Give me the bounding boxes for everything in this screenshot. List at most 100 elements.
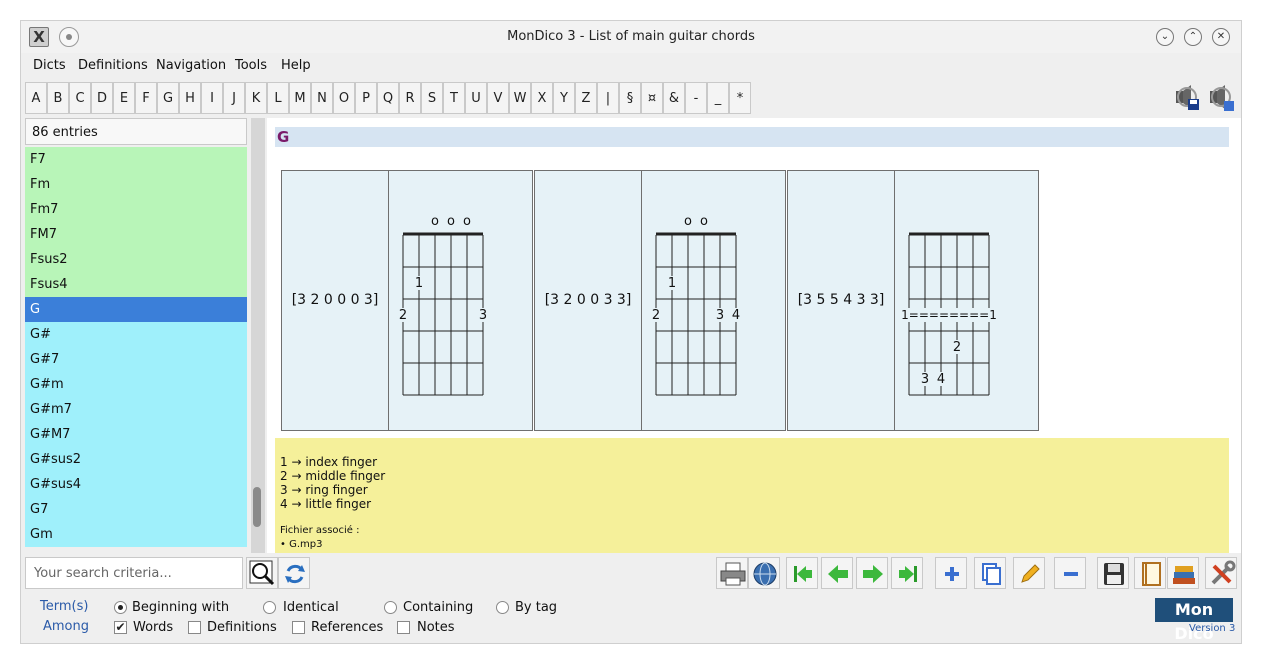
finger-mark: 1	[668, 276, 676, 291]
close-button[interactable]: ✕	[1212, 28, 1230, 46]
radio-beginning-with[interactable]	[114, 601, 127, 614]
letter-button[interactable]: U	[465, 82, 487, 114]
check-notes[interactable]	[397, 621, 410, 634]
letter-button[interactable]: X	[531, 82, 553, 114]
list-item[interactable]: Fsus4	[25, 272, 247, 297]
check-references-label[interactable]: References	[311, 619, 383, 637]
letter-button[interactable]: J	[223, 82, 245, 114]
list-item[interactable]: G#7	[25, 347, 247, 372]
list-item[interactable]: G#	[25, 322, 247, 347]
save-button[interactable]	[1097, 557, 1129, 589]
last-entry-button[interactable]	[891, 557, 923, 589]
list-item[interactable]: Fm7	[25, 197, 247, 222]
scrollbar-thumb[interactable]	[253, 487, 261, 527]
list-item-selected[interactable]: G	[25, 297, 247, 322]
check-references[interactable]	[292, 621, 305, 634]
letter-button[interactable]: E	[113, 82, 135, 114]
menu-navigation[interactable]: Navigation	[156, 53, 226, 79]
letter-button[interactable]: Z	[575, 82, 597, 114]
list-item[interactable]: G#m7	[25, 397, 247, 422]
minimize-button[interactable]: ⌄	[1156, 28, 1174, 46]
settings-button[interactable]	[1205, 557, 1237, 589]
check-notes-label[interactable]: Notes	[417, 619, 455, 637]
letter-button[interactable]: M	[289, 82, 311, 114]
edit-entry-button[interactable]	[1013, 557, 1045, 589]
delete-entry-button[interactable]	[1054, 557, 1086, 589]
letter-button[interactable]: P	[355, 82, 377, 114]
check-definitions-label[interactable]: Definitions	[207, 619, 277, 637]
finger-mark: 4	[732, 308, 740, 323]
letter-button[interactable]: A	[25, 82, 47, 114]
radio-beginning-with-label[interactable]: Beginning with	[132, 599, 229, 617]
check-words-label[interactable]: Words	[133, 619, 173, 637]
list-item[interactable]: G#M7	[25, 422, 247, 447]
add-entry-button[interactable]	[935, 557, 967, 589]
letter-button[interactable]: I	[201, 82, 223, 114]
radio-containing-label[interactable]: Containing	[403, 599, 473, 617]
letter-button[interactable]: L	[267, 82, 289, 114]
letter-button[interactable]: T	[443, 82, 465, 114]
list-item[interactable]: G7	[25, 497, 247, 522]
list-item[interactable]: Fm	[25, 172, 247, 197]
print-button[interactable]	[716, 557, 748, 589]
maximize-button[interactable]: ⌃	[1184, 28, 1202, 46]
search-button[interactable]	[246, 557, 278, 589]
plus-icon	[945, 567, 959, 581]
letter-button[interactable]: |	[597, 82, 619, 114]
letter-button[interactable]: G	[157, 82, 179, 114]
list-item[interactable]: G#m	[25, 372, 247, 397]
web-button[interactable]	[748, 557, 780, 589]
radio-containing[interactable]	[384, 601, 397, 614]
radio-identical-label[interactable]: Identical	[283, 599, 339, 617]
save-audio-button[interactable]	[1171, 82, 1203, 114]
previous-entry-button[interactable]	[821, 557, 853, 589]
menu-help[interactable]: Help	[281, 53, 311, 79]
play-audio-button[interactable]	[1205, 82, 1237, 114]
list-item[interactable]: G#sus4	[25, 472, 247, 497]
letter-button[interactable]: C	[69, 82, 91, 114]
letter-button[interactable]: B	[47, 82, 69, 114]
next-entry-button[interactable]	[856, 557, 888, 589]
letter-button[interactable]: &	[663, 82, 685, 114]
letter-button[interactable]: W	[509, 82, 531, 114]
letter-button[interactable]: §	[619, 82, 641, 114]
radio-by-tag[interactable]	[496, 601, 509, 614]
letter-button[interactable]: Y	[553, 82, 575, 114]
dictionaries-button[interactable]	[1167, 557, 1199, 589]
letter-button[interactable]: R	[399, 82, 421, 114]
letter-button[interactable]: *	[729, 82, 751, 114]
list-item[interactable]: Gm	[25, 522, 247, 547]
radio-by-tag-label[interactable]: By tag	[515, 599, 557, 617]
list-item[interactable]: G#sus2	[25, 447, 247, 472]
list-item[interactable]: FM7	[25, 222, 247, 247]
headword-bar: G	[275, 127, 1229, 147]
list-item[interactable]: F7	[25, 147, 247, 172]
first-entry-button[interactable]	[786, 557, 818, 589]
letter-button[interactable]: S	[421, 82, 443, 114]
menu-tools[interactable]: Tools	[235, 53, 267, 79]
menu-definitions[interactable]: Definitions	[78, 53, 148, 79]
menu-dicts[interactable]: Dicts	[33, 53, 66, 79]
check-words[interactable]: ✔	[114, 621, 127, 634]
letter-button[interactable]: ¤	[641, 82, 663, 114]
search-input[interactable]	[25, 557, 243, 589]
refresh-button[interactable]	[278, 557, 310, 589]
letter-button[interactable]: -	[685, 82, 707, 114]
open-dict-button[interactable]	[1134, 557, 1166, 589]
open-string-mark: o	[700, 214, 708, 229]
letter-button[interactable]: K	[245, 82, 267, 114]
duplicate-entry-button[interactable]	[974, 557, 1006, 589]
letter-button[interactable]: V	[487, 82, 509, 114]
letter-button[interactable]: O	[333, 82, 355, 114]
letter-button[interactable]: F	[135, 82, 157, 114]
letter-button[interactable]: N	[311, 82, 333, 114]
letter-button[interactable]: Q	[377, 82, 399, 114]
radio-identical[interactable]	[263, 601, 276, 614]
letter-button[interactable]: D	[91, 82, 113, 114]
associated-file-link[interactable]: • G.mp3	[280, 538, 322, 552]
word-list[interactable]: F7 Fm Fm7 FM7 Fsus2 Fsus4 G G# G#7 G#m G#m7 G#M7 G#s…	[25, 147, 247, 553]
letter-button[interactable]: _	[707, 82, 729, 114]
letter-button[interactable]: H	[179, 82, 201, 114]
check-definitions[interactable]	[188, 621, 201, 634]
list-item[interactable]: Fsus2	[25, 247, 247, 272]
